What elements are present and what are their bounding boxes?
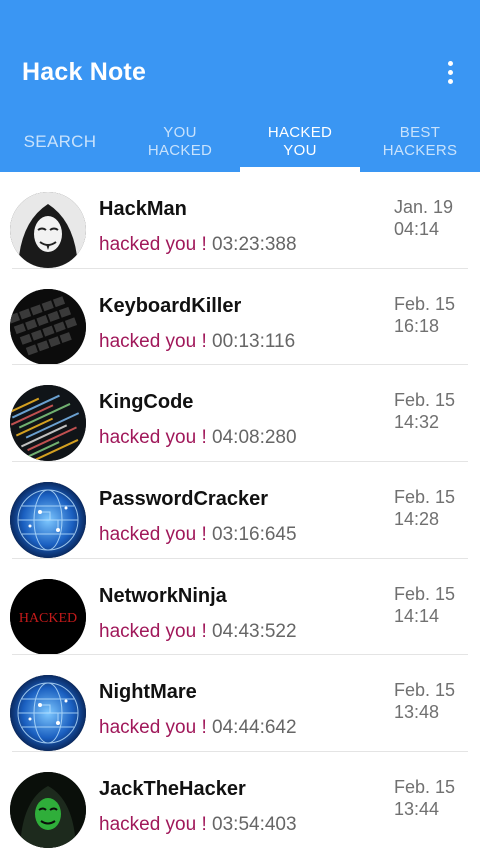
timestamp: Feb. 15 13:48 <box>394 679 456 723</box>
hack-duration: 04:08:280 <box>212 427 297 449</box>
timestamp: Feb. 15 14:28 <box>394 486 456 530</box>
date-text: Feb. 15 <box>394 583 456 604</box>
hacker-name: HackMan <box>99 198 187 220</box>
more-vert-icon[interactable] <box>436 54 464 90</box>
tab-label: BEST <box>399 124 441 141</box>
timestamp: Feb. 15 13:44 <box>394 776 456 820</box>
list-item[interactable]: HackMan hacked you ! 03:23:388 Jan. 19 0… <box>0 172 480 269</box>
hack-status: hacked you ! 04:43:522 <box>99 621 297 643</box>
time-text: 13:48 <box>394 702 440 723</box>
anonymous-hood-avatar <box>10 192 86 268</box>
list-item[interactable]: KeyboardKiller hacked you ! 00:13:116 Fe… <box>0 269 480 366</box>
date-text: Feb. 15 <box>394 487 456 508</box>
date-text: Jan. 19 <box>394 197 454 217</box>
hack-duration: 00:13:116 <box>212 330 296 352</box>
hack-duration: 03:16:645 <box>212 524 297 546</box>
avatar-text: HACKED <box>19 611 77 626</box>
list-item[interactable]: JackTheHacker hacked you ! 03:54:403 Feb… <box>0 752 480 849</box>
tab-you-hacked[interactable]: YOU HACKED <box>120 112 240 172</box>
tab-bar: SEARCH YOU HACKED HACKED YOU BEST HACKER… <box>0 112 480 172</box>
hack-status: hacked you ! 03:16:645 <box>99 524 297 546</box>
hacked-label: hacked you ! <box>99 814 207 836</box>
timestamp: Feb. 15 14:14 <box>394 583 456 627</box>
tab-label: SEARCH <box>23 132 97 151</box>
timestamp: Feb. 15 16:18 <box>394 293 456 337</box>
green-mask-avatar <box>10 772 86 849</box>
hack-status: hacked you ! 04:44:642 <box>99 717 297 739</box>
app-bar: Hack Note SEARCH YOU HACKED HACKED YOU B… <box>0 0 480 172</box>
hacker-name: PasswordCracker <box>99 488 268 511</box>
hacked-label: hacked you ! <box>99 330 207 352</box>
hack-status: hacked you ! 03:54:403 <box>99 814 297 836</box>
hack-status: hacked you ! 00:13:116 <box>99 331 295 353</box>
hack-duration: 03:54:403 <box>212 814 297 836</box>
hack-list: HackMan hacked you ! 03:23:388 Jan. 19 0… <box>0 172 480 853</box>
code-screen-avatar <box>10 385 86 462</box>
tab-label: YOU <box>283 142 317 159</box>
time-text: 13:44 <box>394 799 440 820</box>
time-text: 16:18 <box>394 315 440 336</box>
tab-search[interactable]: SEARCH <box>0 112 120 172</box>
hacked-label: hacked you ! <box>99 717 207 739</box>
hacked-text-avatar: HACKED <box>10 578 86 655</box>
hacker-name: KeyboardKiller <box>99 294 242 317</box>
hacker-name: NetworkNinja <box>99 584 227 607</box>
list-item[interactable]: NightMare hacked you ! 04:44:642 Feb. 15… <box>0 655 480 753</box>
list-item[interactable]: PasswordCracker hacked you ! 03:16:645 F… <box>0 462 480 559</box>
time-text: 14:28 <box>394 509 440 530</box>
date-text: Feb. 15 <box>394 390 456 411</box>
hack-status: hacked you ! 04:08:280 <box>99 427 297 449</box>
tab-label: HACKED <box>267 124 333 141</box>
time-text: 04:14 <box>394 219 440 239</box>
blue-globe-avatar <box>10 482 86 559</box>
hacked-label: hacked you ! <box>99 234 207 255</box>
time-text: 14:14 <box>394 605 440 626</box>
tab-hacked-you[interactable]: HACKED YOU <box>240 112 360 172</box>
hacked-label: hacked you ! <box>99 427 207 449</box>
hack-duration: 04:44:642 <box>212 717 297 739</box>
hack-status: hacked you ! 03:23:388 <box>99 234 297 256</box>
tab-label: HACKERS <box>382 142 458 159</box>
hacker-name: KingCode <box>99 391 194 414</box>
hack-duration: 03:23:388 <box>212 234 297 255</box>
date-text: Feb. 15 <box>394 777 456 798</box>
date-text: Feb. 15 <box>394 680 456 701</box>
blue-globe-avatar <box>10 675 86 752</box>
hacked-label: hacked you ! <box>99 524 207 546</box>
hacker-name: JackTheHacker <box>99 778 246 801</box>
date-text: Feb. 15 <box>394 293 456 314</box>
tab-label: YOU <box>163 124 197 141</box>
hacker-name: NightMare <box>99 681 197 704</box>
timestamp: Jan. 19 04:14 <box>394 196 456 240</box>
hacked-label: hacked you ! <box>99 620 207 642</box>
hack-duration: 04:43:522 <box>212 620 297 642</box>
tab-best-hackers[interactable]: BEST HACKERS <box>360 112 480 172</box>
time-text: 14:32 <box>394 412 440 433</box>
keyboard-avatar <box>10 288 86 365</box>
tab-label: HACKED <box>147 142 213 159</box>
app-title: Hack Note <box>22 58 147 86</box>
timestamp: Feb. 15 14:32 <box>394 389 456 433</box>
list-item[interactable]: HACKED NetworkNinja hacked you ! 04:43:5… <box>0 559 480 656</box>
list-item[interactable]: KingCode hacked you ! 04:08:280 Feb. 15 … <box>0 365 480 463</box>
